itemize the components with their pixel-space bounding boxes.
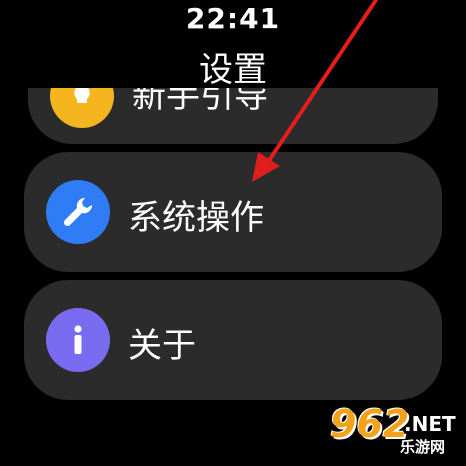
watermark-number: 962 bbox=[330, 402, 410, 446]
info-icon bbox=[46, 308, 110, 372]
status-time: 22:41 bbox=[185, 2, 281, 35]
menu-item-label: 关于 bbox=[128, 326, 196, 366]
menu-item-system-operations[interactable]: 系统操作 bbox=[24, 152, 442, 272]
menu-item-guide[interactable]: 新手引导 bbox=[28, 88, 438, 144]
wrench-icon bbox=[46, 180, 110, 244]
watermark-sub: 乐游网 bbox=[400, 438, 446, 456]
menu-item-about[interactable]: 关于 bbox=[24, 280, 442, 400]
watermark-logo: 962 .NET 乐游网 bbox=[326, 402, 458, 460]
menu-item-label: 新手引导 bbox=[132, 88, 268, 116]
watch-screen: 22:41 设置 新手引导 系统操作 关于 962 .NET 乐游网 bbox=[0, 0, 466, 466]
menu-item-label: 系统操作 bbox=[128, 198, 264, 238]
page-title: 设置 bbox=[199, 50, 267, 90]
watermark-net: .NET bbox=[404, 412, 456, 436]
lightbulb-icon bbox=[50, 88, 114, 128]
